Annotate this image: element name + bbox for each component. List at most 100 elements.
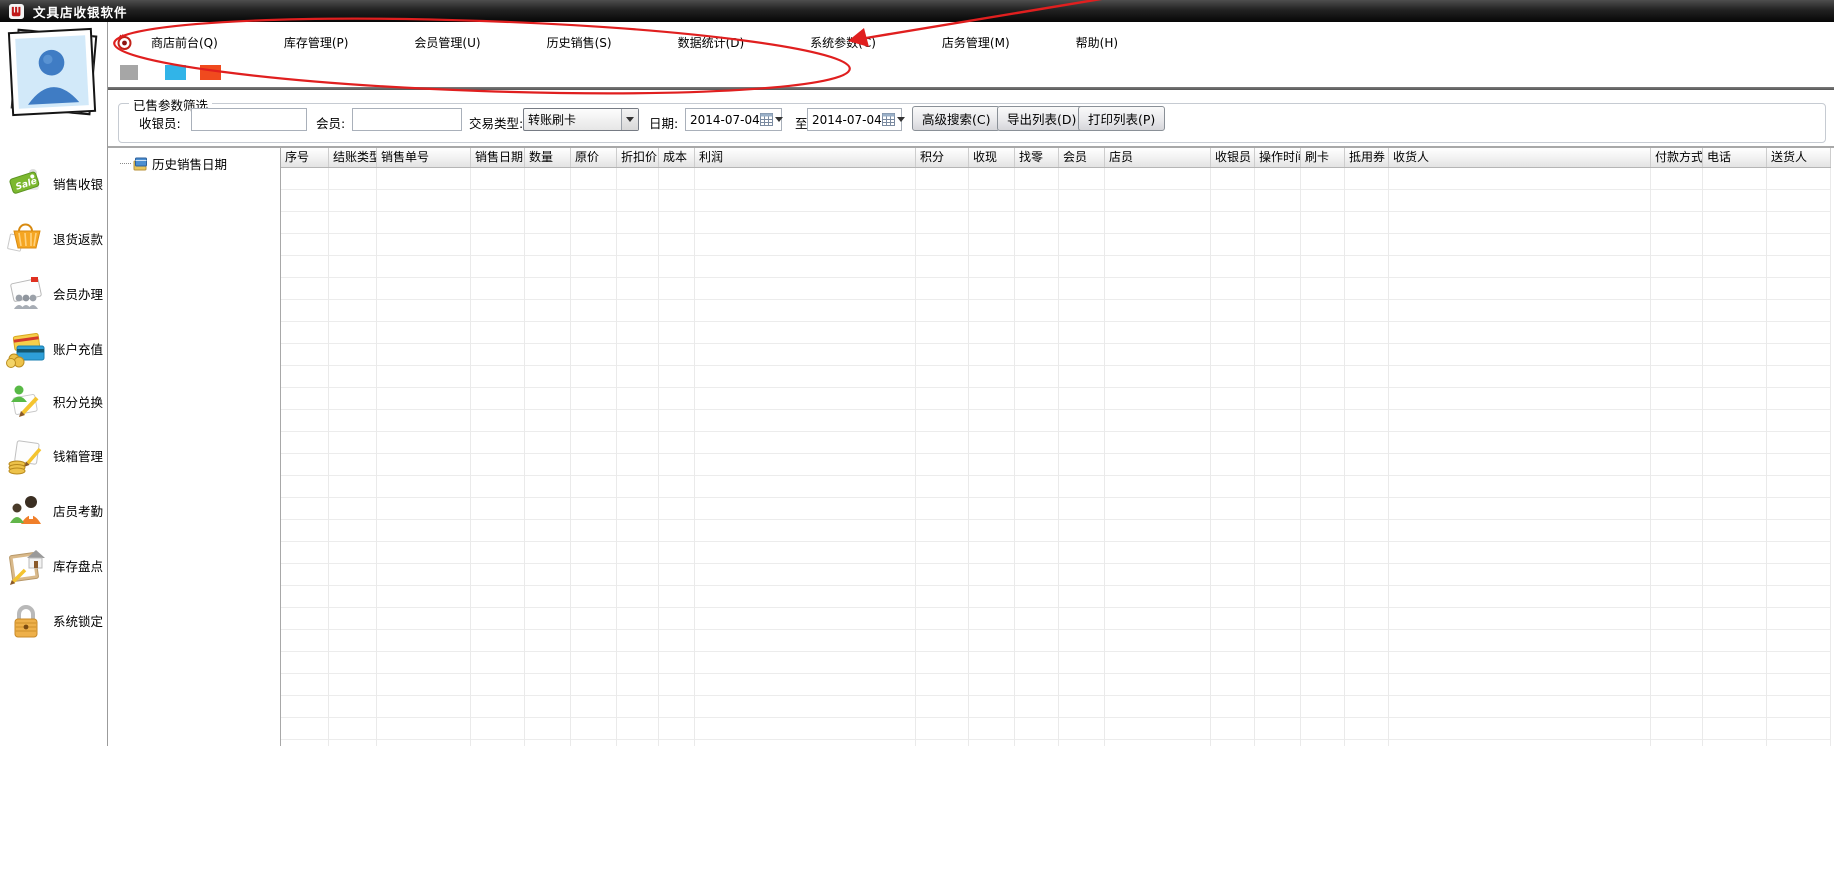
mdi-square-cyan[interactable] — [165, 65, 186, 80]
sidebar-item-label: 库存盘点 — [53, 558, 104, 574]
column-header[interactable]: 找零 — [1015, 148, 1059, 167]
sidebar-item-staff-attendance[interactable]: 店员考勤 — [0, 486, 108, 534]
table-grid-column — [1767, 168, 1831, 746]
column-header[interactable]: 结账类型 — [329, 148, 377, 167]
mdi-window-squares — [120, 65, 221, 80]
person-icon — [28, 49, 80, 105]
column-header[interactable]: 收货人 — [1389, 148, 1651, 167]
column-header[interactable]: 店员 — [1105, 148, 1211, 167]
tree-item-history-sales-date[interactable]: 历史销售日期 — [120, 154, 280, 173]
table-grid-column — [329, 168, 377, 746]
column-header[interactable]: 销售日期 — [471, 148, 525, 167]
date-from-picker[interactable]: 2014-07-04 — [685, 108, 783, 131]
table-body — [281, 168, 1831, 746]
cashier-label: 收银员: — [139, 116, 181, 131]
filter-group: 已售参数筛选 收银员: 会员: 交易类型: 转账刷卡 日期: 2014-07-0… — [118, 95, 1826, 143]
ledger-icon — [133, 157, 147, 170]
column-header[interactable]: 销售单号 — [377, 148, 471, 167]
avatar-front-frame — [7, 27, 97, 117]
tree-item-label: 历史销售日期 — [152, 157, 228, 172]
cashier-input[interactable] — [191, 108, 307, 131]
table-grid-column — [1703, 168, 1767, 746]
column-header[interactable]: 序号 — [281, 148, 329, 167]
chevron-down-icon — [896, 117, 905, 122]
stocktake-icon — [9, 550, 45, 585]
mdi-square-orange[interactable] — [200, 65, 221, 80]
sidebar-item-return-refund[interactable]: 退货返款 — [0, 214, 108, 262]
column-header[interactable]: 积分 — [916, 148, 969, 167]
table-grid-column — [617, 168, 659, 746]
menu-item-statistics[interactable]: 数据统计(D) — [674, 32, 749, 53]
column-header[interactable]: 利润 — [695, 148, 916, 167]
table-grid-column — [659, 168, 695, 746]
sidebar: Sale 销售收银 退货返款 会员办理 账户充值 积分兑换 钱箱管理 店员考勤 … — [0, 22, 108, 746]
cashbox-icon — [8, 440, 42, 475]
table-grid-column — [1015, 168, 1059, 746]
sales-table: 序号 结账类型 销售单号 销售日期 数量 原价 折扣价 成本 利润 积分 收现 … — [281, 148, 1831, 746]
sidebar-item-membership[interactable]: 会员办理 — [0, 269, 108, 317]
sidebar-item-label: 钱箱管理 — [53, 448, 104, 464]
trade-type-select[interactable]: 转账刷卡 — [523, 108, 639, 131]
export-list-button[interactable]: 导出列表(D) — [997, 106, 1087, 131]
sidebar-item-label: 会员办理 — [53, 286, 104, 302]
column-header[interactable]: 刷卡 — [1301, 148, 1345, 167]
menu-item-store-manage[interactable]: 店务管理(M) — [938, 32, 1014, 53]
menu-item-inventory[interactable]: 库存管理(P) — [280, 32, 353, 53]
column-header[interactable]: 收银员 — [1211, 148, 1255, 167]
table-grid-column — [1651, 168, 1703, 746]
menu-item-store-front[interactable]: 商店前台(Q) — [147, 32, 222, 53]
sidebar-item-label: 系统锁定 — [53, 613, 104, 629]
attendance-icon — [10, 496, 41, 524]
sale-tag-icon: Sale — [9, 169, 40, 194]
date-label: 日期: — [649, 116, 679, 131]
sidebar-item-points-exchange[interactable]: 积分兑换 — [0, 377, 108, 425]
menubar: 商店前台(Q) 库存管理(P) 会员管理(U) 历史销售(S) 数据统计(D) … — [108, 31, 1180, 53]
sidebar-item-label: 账户充值 — [53, 341, 104, 357]
sidebar-item-label: 销售收银 — [53, 176, 104, 192]
sidebar-item-cashbox[interactable]: 钱箱管理 — [0, 431, 108, 479]
column-header[interactable]: 收现 — [969, 148, 1015, 167]
tree-panel: 历史销售日期 — [108, 148, 280, 746]
lock-icon — [14, 605, 38, 638]
menu-item-help[interactable]: 帮助(H) — [1072, 32, 1122, 53]
column-header[interactable]: 成本 — [659, 148, 695, 167]
sidebar-item-account-recharge[interactable]: 账户充值 — [0, 324, 108, 372]
advanced-search-button[interactable]: 高级搜索(C) — [912, 106, 1001, 131]
column-header[interactable]: 会员 — [1059, 148, 1105, 167]
menu-item-system-params[interactable]: 系统参数(C) — [806, 32, 880, 53]
column-header[interactable]: 抵用券 — [1345, 148, 1389, 167]
column-header[interactable]: 操作时间 — [1255, 148, 1301, 167]
menu-item-members[interactable]: 会员管理(U) — [410, 32, 484, 53]
sidebar-item-sale-checkout[interactable]: Sale 销售收银 — [0, 159, 108, 207]
print-list-button[interactable]: 打印列表(P) — [1078, 106, 1166, 131]
menu-hand-icon — [117, 33, 132, 50]
column-header[interactable]: 数量 — [525, 148, 571, 167]
table-grid-column — [1255, 168, 1301, 746]
return-basket-icon — [7, 223, 41, 252]
date-to-picker[interactable]: 2014-07-04 — [807, 108, 905, 131]
mdi-square-gray[interactable] — [120, 65, 138, 80]
table-grid-column — [1059, 168, 1105, 746]
date-from-value: 2014-07-04 — [690, 112, 760, 127]
table-grid-column — [969, 168, 1015, 746]
column-header[interactable]: 电话 — [1703, 148, 1767, 167]
sidebar-item-stocktake[interactable]: 库存盘点 — [0, 541, 108, 589]
column-header[interactable]: 付款方式 — [1651, 148, 1703, 167]
sidebar-item-label: 积分兑换 — [53, 394, 104, 410]
member-input[interactable] — [352, 108, 462, 131]
column-header[interactable]: 送货人 — [1767, 148, 1831, 167]
titlebar: 文具店收银软件 — [0, 0, 1834, 22]
sidebar-item-system-lock[interactable]: 系统锁定 — [0, 596, 108, 644]
column-header[interactable]: 折扣价 — [617, 148, 659, 167]
chevron-down-icon — [621, 109, 638, 130]
chevron-down-icon — [774, 117, 783, 122]
avatar-photo — [15, 35, 89, 109]
calendar-icon — [881, 113, 895, 126]
avatar — [6, 27, 100, 120]
column-header[interactable]: 原价 — [571, 148, 617, 167]
trade-type-label: 交易类型: — [469, 116, 524, 131]
table-grid-column — [377, 168, 471, 746]
menu-item-history-sales[interactable]: 历史销售(S) — [543, 32, 616, 53]
sidebar-item-label: 店员考勤 — [53, 503, 104, 519]
calendar-icon — [759, 113, 773, 126]
